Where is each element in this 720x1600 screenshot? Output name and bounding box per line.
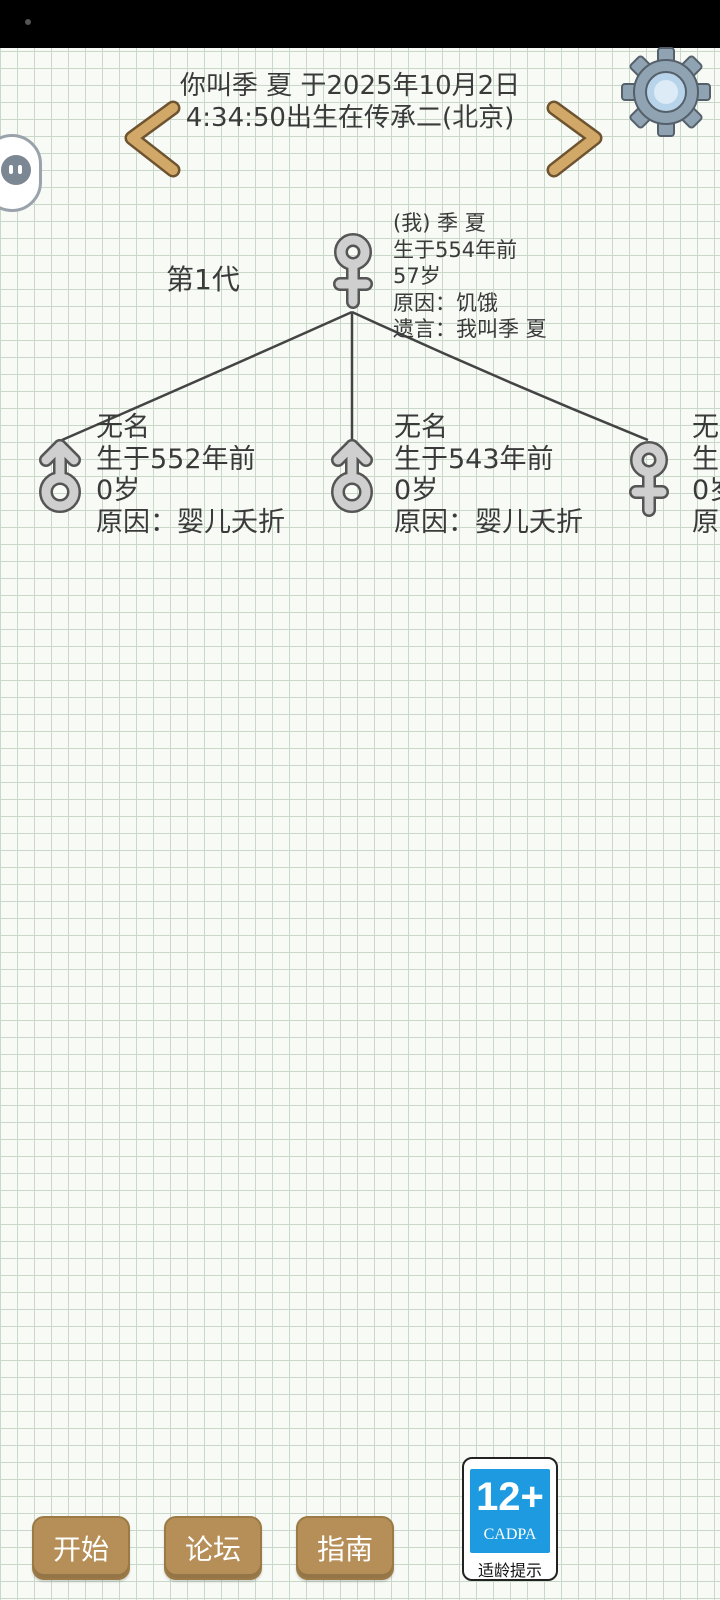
age-rating: 12+ bbox=[476, 1475, 544, 1519]
generation-label: 第1代 bbox=[166, 263, 240, 296]
child-info-1: 无名 生于552年前 0岁 原因：婴儿夭折 bbox=[96, 412, 285, 538]
child-age: 0岁 bbox=[394, 475, 439, 506]
male-symbol-icon[interactable] bbox=[34, 434, 86, 518]
birth-info: 你叫季 夏 于2025年10月2日 4:34:50出生在传承二(北京) bbox=[130, 70, 570, 134]
self-born: 生于554年前 bbox=[393, 237, 518, 262]
male-symbol-icon[interactable] bbox=[326, 434, 378, 518]
status-dot bbox=[25, 19, 31, 25]
guide-button[interactable]: 指南 bbox=[296, 1516, 394, 1580]
status-bar bbox=[0, 0, 720, 48]
chevron-right-icon[interactable] bbox=[540, 100, 610, 180]
child-age: 0岁 bbox=[96, 475, 141, 506]
self-last-words: 遗言：我叫季 夏 bbox=[393, 317, 547, 341]
birth-info-line2: 4:34:50出生在传承二(北京) bbox=[185, 103, 515, 133]
self-age: 57岁 bbox=[393, 264, 441, 288]
age-rating-badge[interactable]: 12+ CADPA 适龄提示 bbox=[462, 1457, 558, 1581]
female-symbol-icon[interactable] bbox=[626, 440, 672, 524]
self-name: (我) 季 夏 bbox=[393, 211, 486, 235]
self-cause: 原因：饥饿 bbox=[393, 290, 498, 315]
child-cause: 原因 bbox=[692, 506, 720, 538]
age-rating-caption: 适龄提示 bbox=[477, 1561, 542, 1580]
child-cause: 原因：婴儿夭折 bbox=[96, 506, 285, 538]
pause-icon[interactable] bbox=[0, 134, 42, 212]
chevron-left-icon[interactable] bbox=[118, 100, 188, 180]
birth-info-line1: 你叫季 夏 于2025年10月2日 bbox=[179, 71, 521, 101]
child-age: 0岁 bbox=[692, 475, 720, 506]
gear-icon[interactable] bbox=[620, 46, 712, 138]
forum-button[interactable]: 论坛 bbox=[164, 1516, 262, 1580]
child-born: 生于543年前 bbox=[394, 443, 554, 475]
start-button[interactable]: 开始 bbox=[32, 1516, 130, 1580]
child-info-3: 无名 生于 0岁 原因 bbox=[692, 412, 720, 538]
child-info-2: 无名 生于543年前 0岁 原因：婴儿夭折 bbox=[394, 412, 583, 538]
child-cause: 原因：婴儿夭折 bbox=[394, 506, 583, 538]
child-born: 生于 bbox=[692, 443, 720, 475]
child-name: 无名 bbox=[394, 412, 448, 443]
female-symbol-icon[interactable] bbox=[330, 232, 376, 316]
age-rating-org: CADPA bbox=[483, 1526, 537, 1543]
self-info: (我) 季 夏 生于554年前 57岁 原因：饥饿 遗言：我叫季 夏 bbox=[393, 210, 547, 343]
child-name: 无名 bbox=[96, 412, 150, 443]
side-handle-inner bbox=[1, 155, 31, 185]
child-name: 无名 bbox=[692, 412, 720, 443]
child-born: 生于552年前 bbox=[96, 443, 256, 475]
age-rating-panel: 12+ CADPA bbox=[470, 1469, 550, 1553]
